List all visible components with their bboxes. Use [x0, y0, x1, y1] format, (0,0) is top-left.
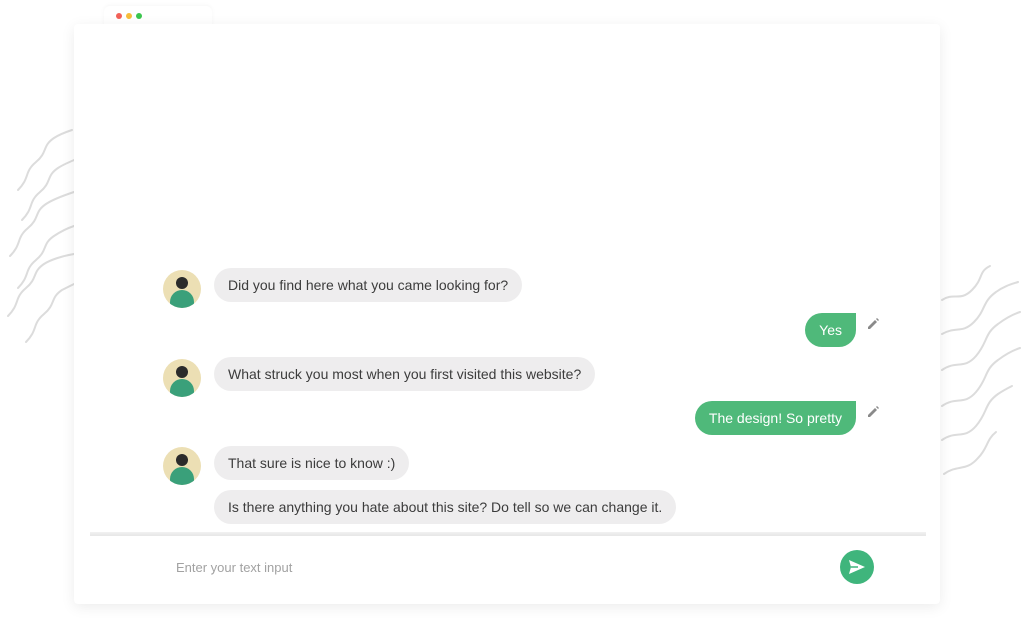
- avatar-body: [170, 467, 194, 485]
- send-button[interactable]: [840, 550, 874, 584]
- bot-message: Is there anything you hate about this si…: [214, 490, 677, 524]
- window-controls: [116, 13, 142, 19]
- avatar-body: [170, 290, 194, 308]
- window-maximize-button[interactable]: [136, 13, 142, 19]
- bot-message: That sure is nice to know :): [214, 446, 410, 480]
- chat-messages[interactable]: Did you find here what you came looking …: [74, 24, 940, 534]
- decorative-wave-pattern-left: [7, 129, 75, 343]
- bot-message: What struck you most when you first visi…: [214, 357, 596, 391]
- bot-avatar: [163, 359, 201, 397]
- avatar-head: [176, 366, 188, 378]
- avatar-head: [176, 454, 188, 466]
- chat-window: Did you find here what you came looking …: [74, 24, 940, 604]
- user-message: Yes: [805, 313, 856, 347]
- pencil-icon[interactable]: [866, 405, 880, 419]
- pencil-icon[interactable]: [866, 317, 880, 331]
- bot-message: Did you find here what you came looking …: [214, 268, 523, 302]
- bot-avatar: [163, 447, 201, 485]
- decorative-wave-pattern-right: [941, 265, 1021, 475]
- avatar-head: [176, 277, 188, 289]
- paper-plane-icon: [849, 560, 865, 574]
- bot-avatar: [163, 270, 201, 308]
- user-message: The design! So pretty: [694, 401, 856, 435]
- window-close-button[interactable]: [116, 13, 122, 19]
- message-input[interactable]: [174, 554, 818, 580]
- window-minimize-button[interactable]: [126, 13, 132, 19]
- avatar-body: [170, 379, 194, 397]
- page: Did you find here what you came looking …: [0, 0, 1024, 623]
- message-composer: [74, 536, 940, 604]
